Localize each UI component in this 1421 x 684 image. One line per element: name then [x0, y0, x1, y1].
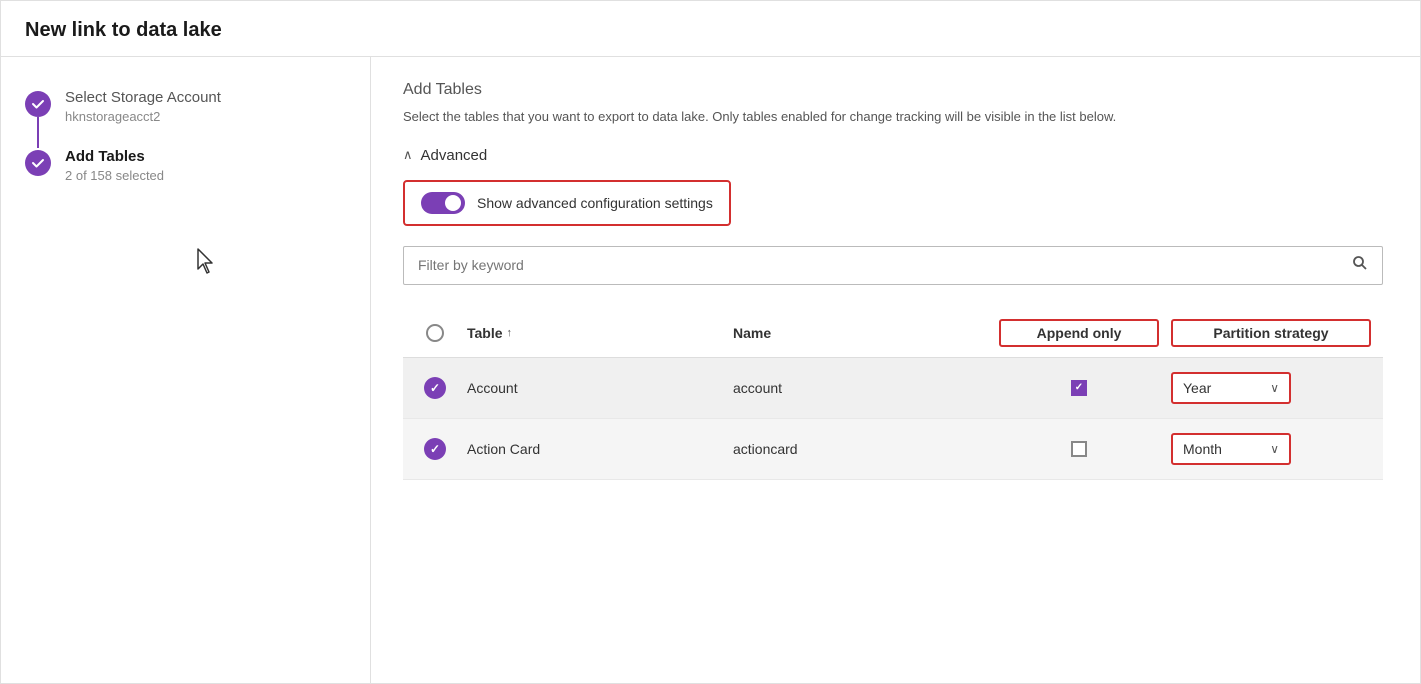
dropdown-arrow-icon-2: ∨: [1270, 442, 1279, 456]
checkbox-checked-account[interactable]: ✓: [1071, 380, 1087, 396]
step-title-storage: Select Storage Account: [65, 89, 221, 106]
table-row: ✓ Account account ✓ Year ∨: [403, 358, 1383, 419]
main-content: Add Tables Select the tables that you wa…: [371, 57, 1420, 683]
row-table-actioncard: Action Card: [467, 441, 721, 457]
cursor-icon: [194, 247, 218, 275]
checkbox-checkmark-icon: ✓: [1075, 382, 1083, 393]
partition-cell-account: Year ∨: [1171, 372, 1371, 404]
row-name-account: account: [733, 380, 987, 396]
step-icon-storage: [25, 91, 51, 117]
toggle-row: Show advanced configuration settings: [403, 180, 731, 226]
filter-input[interactable]: [404, 247, 1338, 283]
toggle-thumb: [445, 195, 461, 211]
check-circle-actioncard: ✓: [424, 438, 446, 460]
th-radio: [415, 324, 455, 342]
cursor-area: [25, 207, 346, 275]
toggle-switch[interactable]: [421, 192, 465, 214]
toggle-label: Show advanced configuration settings: [477, 195, 713, 211]
step-subtitle-tables: 2 of 158 selected: [65, 168, 164, 183]
step-icon-tables: [25, 150, 51, 176]
advanced-label: Advanced: [421, 147, 488, 164]
dropdown-arrow-icon: ∨: [1270, 381, 1279, 395]
partition-select-actioncard[interactable]: Month ∨: [1171, 433, 1291, 465]
row-check-actioncard: ✓: [415, 438, 455, 460]
partition-value-account: Year: [1183, 380, 1211, 396]
search-icon: [1352, 255, 1368, 271]
step-add-tables: Add Tables 2 of 158 selected: [25, 148, 346, 207]
partition-cell-actioncard: Month ∨: [1171, 433, 1371, 465]
row-table-account: Account: [467, 380, 721, 396]
partition-value-actioncard: Month: [1183, 441, 1222, 457]
step-title-tables: Add Tables: [65, 148, 164, 165]
toggle-track[interactable]: [421, 192, 465, 214]
content-area: Select Storage Account hknstorageacct2 A…: [1, 57, 1420, 683]
append-cell-account: ✓: [999, 380, 1159, 396]
filter-row: [403, 246, 1383, 285]
search-button[interactable]: [1338, 247, 1382, 284]
table-header: Table ↑ Name Append only Partition strat…: [403, 309, 1383, 358]
check-icon-2: [31, 156, 45, 170]
checkbox-unchecked-actioncard[interactable]: [1071, 441, 1087, 457]
chevron-up-icon: ∧: [403, 147, 413, 163]
th-partition-strategy: Partition strategy: [1171, 319, 1371, 347]
step-text-tables: Add Tables 2 of 158 selected: [65, 148, 164, 183]
page-title: New link to data lake: [1, 1, 1420, 57]
checkmark-icon-2: ✓: [430, 442, 440, 456]
step-connector: [37, 117, 39, 148]
th-name: Name: [733, 325, 987, 341]
checkmark-icon: ✓: [430, 381, 440, 395]
th-table: Table ↑: [467, 325, 721, 341]
table-row-actioncard: ✓ Action Card actioncard Month ∨: [403, 419, 1383, 480]
sort-icon: ↑: [507, 327, 513, 339]
page-wrapper: New link to data lake Select Storage Acc…: [0, 0, 1421, 684]
step-text-storage: Select Storage Account hknstorageacct2: [65, 89, 221, 124]
check-icon: [31, 97, 45, 111]
section-desc: Select the tables that you want to expor…: [403, 107, 1303, 127]
advanced-header[interactable]: ∧ Advanced: [403, 147, 1388, 164]
th-radio-circle: [426, 324, 444, 342]
step-select-storage: Select Storage Account hknstorageacct2: [25, 89, 346, 148]
sidebar: Select Storage Account hknstorageacct2 A…: [1, 57, 371, 683]
partition-select-account[interactable]: Year ∨: [1171, 372, 1291, 404]
section-title: Add Tables: [403, 81, 1388, 99]
row-check-account: ✓: [415, 377, 455, 399]
step-subtitle-storage: hknstorageacct2: [65, 109, 221, 124]
table-wrapper: Table ↑ Name Append only Partition strat…: [403, 309, 1383, 480]
th-append-only: Append only: [999, 319, 1159, 347]
row-name-actioncard: actioncard: [733, 441, 987, 457]
append-cell-actioncard: [999, 441, 1159, 457]
check-circle-account: ✓: [424, 377, 446, 399]
